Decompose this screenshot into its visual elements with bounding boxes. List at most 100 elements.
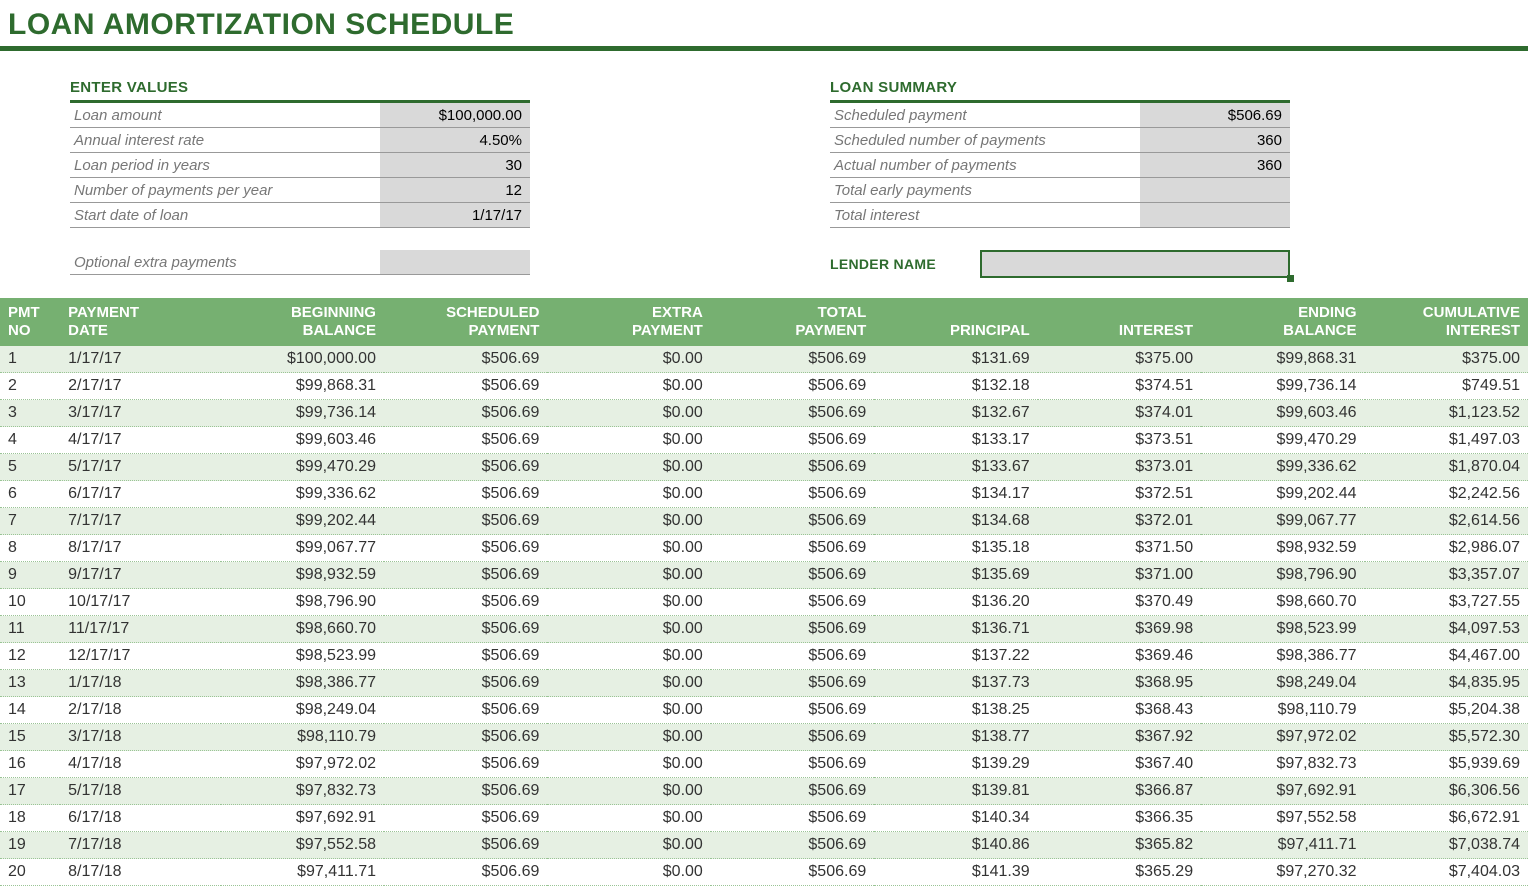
cell-beg[interactable]: $97,832.73 <box>221 778 384 805</box>
cell-sched[interactable]: $506.69 <box>384 697 547 724</box>
cell-no[interactable]: 7 <box>0 508 60 535</box>
cell-extra[interactable]: $0.00 <box>547 427 710 454</box>
cell-int[interactable]: $366.87 <box>1038 778 1201 805</box>
cell-extra[interactable]: $0.00 <box>547 589 710 616</box>
cell-date[interactable]: 1/17/18 <box>60 670 220 697</box>
cell-extra[interactable]: $0.00 <box>547 670 710 697</box>
cell-prin[interactable]: $140.86 <box>874 832 1037 859</box>
cell-beg[interactable]: $99,736.14 <box>221 400 384 427</box>
cell-date[interactable]: 4/17/17 <box>60 427 220 454</box>
cell-extra[interactable]: $0.00 <box>547 643 710 670</box>
enter-values-value[interactable]: 1/17/17 <box>380 203 530 227</box>
cell-cum[interactable]: $4,467.00 <box>1365 643 1528 670</box>
cell-cum[interactable]: $6,672.91 <box>1365 805 1528 832</box>
table-row[interactable]: 1111/17/17$98,660.70$506.69$0.00$506.69$… <box>0 616 1528 643</box>
cell-date[interactable]: 2/17/17 <box>60 373 220 400</box>
cell-total[interactable]: $506.69 <box>711 373 874 400</box>
cell-sched[interactable]: $506.69 <box>384 346 547 373</box>
cell-int[interactable]: $373.51 <box>1038 427 1201 454</box>
cell-cum[interactable]: $2,614.56 <box>1365 508 1528 535</box>
cell-sched[interactable]: $506.69 <box>384 373 547 400</box>
cell-total[interactable]: $506.69 <box>711 670 874 697</box>
cell-date[interactable]: 5/17/17 <box>60 454 220 481</box>
cell-extra[interactable]: $0.00 <box>547 805 710 832</box>
cell-cum[interactable]: $3,727.55 <box>1365 589 1528 616</box>
cell-no[interactable]: 16 <box>0 751 60 778</box>
cell-total[interactable]: $506.69 <box>711 859 874 886</box>
cell-date[interactable]: 2/17/18 <box>60 697 220 724</box>
cell-end[interactable]: $97,972.02 <box>1201 724 1364 751</box>
cell-end[interactable]: $98,660.70 <box>1201 589 1364 616</box>
cell-date[interactable]: 4/17/18 <box>60 751 220 778</box>
cell-date[interactable]: 5/17/18 <box>60 778 220 805</box>
cell-cum[interactable]: $3,357.07 <box>1365 562 1528 589</box>
cell-sched[interactable]: $506.69 <box>384 454 547 481</box>
cell-sched[interactable]: $506.69 <box>384 616 547 643</box>
cell-beg[interactable]: $99,067.77 <box>221 535 384 562</box>
cell-prin[interactable]: $133.17 <box>874 427 1037 454</box>
cell-total[interactable]: $506.69 <box>711 562 874 589</box>
cell-sched[interactable]: $506.69 <box>384 508 547 535</box>
cell-end[interactable]: $99,868.31 <box>1201 346 1364 373</box>
cell-int[interactable]: $367.92 <box>1038 724 1201 751</box>
cell-date[interactable]: 7/17/17 <box>60 508 220 535</box>
cell-sched[interactable]: $506.69 <box>384 400 547 427</box>
cell-date[interactable]: 12/17/17 <box>60 643 220 670</box>
cell-total[interactable]: $506.69 <box>711 616 874 643</box>
cell-beg[interactable]: $99,202.44 <box>221 508 384 535</box>
cell-beg[interactable]: $98,523.99 <box>221 643 384 670</box>
table-row[interactable]: 186/17/18$97,692.91$506.69$0.00$506.69$1… <box>0 805 1528 832</box>
cell-cum[interactable]: $7,404.03 <box>1365 859 1528 886</box>
cell-beg[interactable]: $98,660.70 <box>221 616 384 643</box>
table-row[interactable]: 99/17/17$98,932.59$506.69$0.00$506.69$13… <box>0 562 1528 589</box>
cell-extra[interactable]: $0.00 <box>547 751 710 778</box>
cell-end[interactable]: $99,736.14 <box>1201 373 1364 400</box>
cell-prin[interactable]: $132.67 <box>874 400 1037 427</box>
cell-extra[interactable]: $0.00 <box>547 454 710 481</box>
cell-prin[interactable]: $135.69 <box>874 562 1037 589</box>
cell-extra[interactable]: $0.00 <box>547 724 710 751</box>
cell-date[interactable]: 8/17/17 <box>60 535 220 562</box>
cell-beg[interactable]: $99,470.29 <box>221 454 384 481</box>
cell-date[interactable]: 1/17/17 <box>60 346 220 373</box>
cell-no[interactable]: 20 <box>0 859 60 886</box>
cell-end[interactable]: $97,692.91 <box>1201 778 1364 805</box>
cell-sched[interactable]: $506.69 <box>384 589 547 616</box>
cell-cum[interactable]: $7,038.74 <box>1365 832 1528 859</box>
cell-extra[interactable]: $0.00 <box>547 616 710 643</box>
table-row[interactable]: 55/17/17$99,470.29$506.69$0.00$506.69$13… <box>0 454 1528 481</box>
cell-date[interactable]: 3/17/18 <box>60 724 220 751</box>
cell-total[interactable]: $506.69 <box>711 832 874 859</box>
cell-extra[interactable]: $0.00 <box>547 535 710 562</box>
cell-prin[interactable]: $133.67 <box>874 454 1037 481</box>
cell-prin[interactable]: $131.69 <box>874 346 1037 373</box>
cell-date[interactable]: 3/17/17 <box>60 400 220 427</box>
cell-cum[interactable]: $5,572.30 <box>1365 724 1528 751</box>
cell-total[interactable]: $506.69 <box>711 535 874 562</box>
cell-beg[interactable]: $98,110.79 <box>221 724 384 751</box>
cell-sched[interactable]: $506.69 <box>384 805 547 832</box>
cell-total[interactable]: $506.69 <box>711 751 874 778</box>
cell-date[interactable]: 6/17/18 <box>60 805 220 832</box>
cell-date[interactable]: 9/17/17 <box>60 562 220 589</box>
table-row[interactable]: 66/17/17$99,336.62$506.69$0.00$506.69$13… <box>0 481 1528 508</box>
cell-cum[interactable]: $749.51 <box>1365 373 1528 400</box>
cell-beg[interactable]: $98,386.77 <box>221 670 384 697</box>
cell-prin[interactable]: $141.39 <box>874 859 1037 886</box>
cell-date[interactable]: 8/17/18 <box>60 859 220 886</box>
table-row[interactable]: 1212/17/17$98,523.99$506.69$0.00$506.69$… <box>0 643 1528 670</box>
cell-cum[interactable]: $4,835.95 <box>1365 670 1528 697</box>
cell-prin[interactable]: $137.22 <box>874 643 1037 670</box>
cell-prin[interactable]: $134.68 <box>874 508 1037 535</box>
cell-date[interactable]: 10/17/17 <box>60 589 220 616</box>
cell-cum[interactable]: $375.00 <box>1365 346 1528 373</box>
cell-total[interactable]: $506.69 <box>711 508 874 535</box>
cell-extra[interactable]: $0.00 <box>547 859 710 886</box>
table-row[interactable]: 175/17/18$97,832.73$506.69$0.00$506.69$1… <box>0 778 1528 805</box>
cell-cum[interactable]: $4,097.53 <box>1365 616 1528 643</box>
table-row[interactable]: 88/17/17$99,067.77$506.69$0.00$506.69$13… <box>0 535 1528 562</box>
table-row[interactable]: 1010/17/17$98,796.90$506.69$0.00$506.69$… <box>0 589 1528 616</box>
cell-prin[interactable]: $134.17 <box>874 481 1037 508</box>
cell-end[interactable]: $98,110.79 <box>1201 697 1364 724</box>
cell-total[interactable]: $506.69 <box>711 697 874 724</box>
